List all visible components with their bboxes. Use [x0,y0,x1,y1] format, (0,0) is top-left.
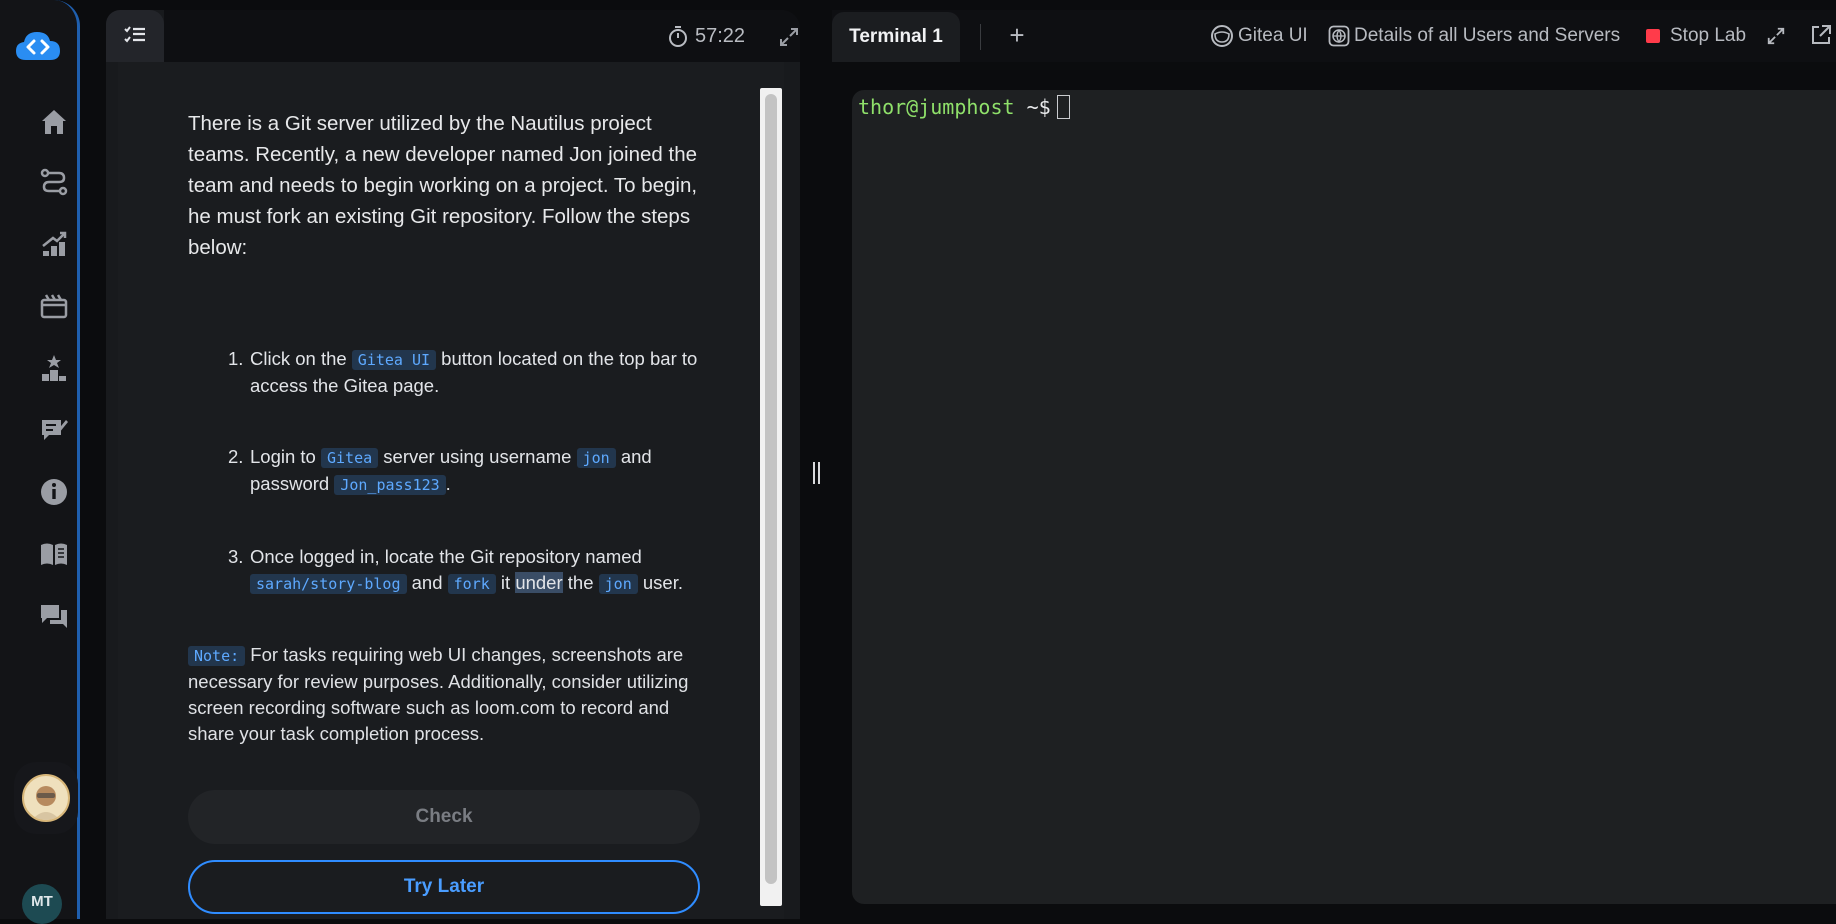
progress-chart-icon[interactable] [34,224,74,264]
stop-lab-button[interactable]: Stop Lab [1646,22,1746,50]
user-initials-badge[interactable]: MT [22,884,62,924]
task-list-icon [124,26,145,43]
stop-lab-label: Stop Lab [1670,25,1747,46]
code-gitea: Gitea [320,448,379,468]
stop-icon [1646,29,1660,43]
info-icon[interactable] [34,472,74,512]
avatar[interactable] [22,774,70,822]
chat-icon[interactable] [34,596,74,636]
code-gitea-ui: Gitea UI [351,350,437,370]
terminal-cursor [1056,95,1070,119]
timer: 57:22 [668,22,745,50]
nav-rail: MT [0,0,80,924]
expand-terminal-icon[interactable] [1766,26,1786,46]
step-3: 3. Once logged in, locate the Git reposi… [228,546,683,594]
timer-value: 57:22 [695,24,746,47]
step-2: 2. Login to Gitea server using username … [228,446,652,495]
try-later-button[interactable]: Try Later [188,860,700,914]
home-icon[interactable] [34,102,74,142]
details-users-servers-button[interactable]: Details of all Users and Servers [1328,22,1620,50]
add-terminal-tab-button[interactable]: + [1004,22,1030,48]
code-username: jon [576,448,616,468]
panel-divider [808,0,832,919]
note-label: Note: [188,646,246,666]
gitea-icon [1211,25,1233,47]
expand-panel-icon[interactable] [778,26,800,48]
details-label: Details of all Users and Servers [1354,25,1621,46]
code-fork: fork [447,574,496,594]
stopwatch-icon [669,26,687,47]
tab-separator [980,24,981,50]
task-list-tab[interactable] [106,10,164,62]
code-repo-name: sarah/story-blog [250,574,407,594]
kodekloud-logo-icon[interactable] [12,26,64,66]
learning-path-icon[interactable] [34,162,74,202]
task-intro: There is a Git server utilized by the Na… [188,112,698,259]
docs-book-icon[interactable] [34,534,74,574]
terminal-prompt: thor@jumphost ~$ [858,92,1070,122]
step-1: 1. Click on the Gitea UI button located … [228,348,698,396]
open-external-icon[interactable] [1810,24,1832,46]
feedback-icon[interactable] [34,410,74,450]
note: Note: For tasks requiring web UI changes… [188,644,689,744]
globe-icon [1328,25,1350,47]
task-scrollbar-thumb[interactable] [765,94,777,884]
gitea-ui-button[interactable]: Gitea UI [1210,22,1308,50]
resize-handle[interactable] [811,462,821,486]
terminal-window[interactable] [852,90,1836,904]
check-button[interactable]: Check [188,790,700,844]
leaderboard-icon[interactable] [34,348,74,388]
selected-text: under [515,572,563,593]
gitea-ui-label: Gitea UI [1238,25,1308,46]
tab-terminal-1[interactable]: Terminal 1 [832,12,960,62]
code-user: jon [598,574,638,594]
code-password: Jon_pass123 [334,475,446,495]
prompt-user: thor@jumphost [858,95,1015,119]
prompt-symbol: ~$ [1014,95,1051,119]
labs-icon[interactable] [34,286,74,326]
